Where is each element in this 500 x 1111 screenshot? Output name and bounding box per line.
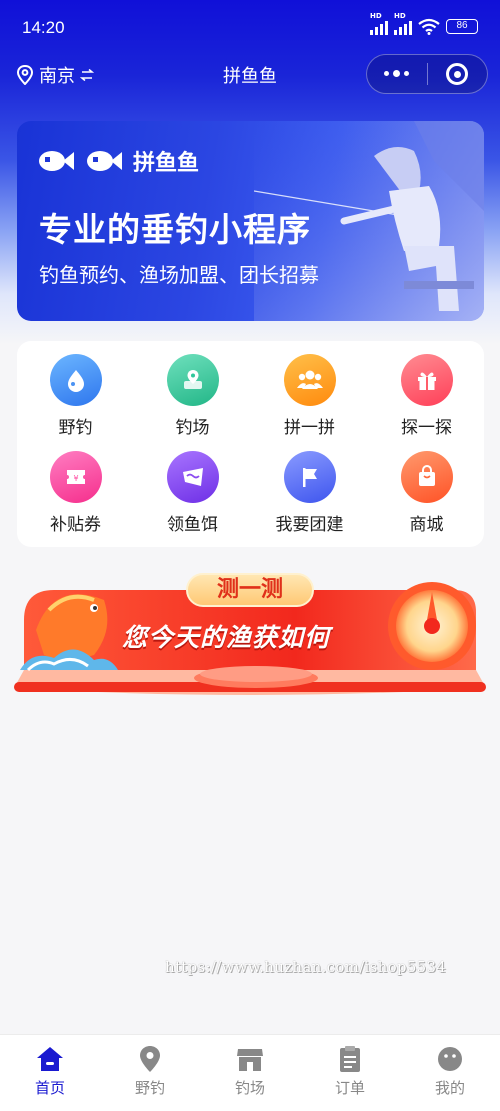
menu-label: 补贴券 [50, 515, 101, 535]
fish-logo-icon [39, 151, 74, 171]
promo-text: 您今天的渔获如何 [122, 623, 331, 652]
feature-menu: 野钓 钓场 拼一拼 探一探 ¥ 补贴券 领鱼饵 我要团建 商城 [17, 341, 484, 547]
status-time: 14:20 [22, 18, 65, 37]
gift-icon [400, 354, 453, 406]
menu-label: 拼一拼 [284, 418, 335, 438]
bottom-tab-bar: 首页 野钓 钓场 订单 我的 [0, 1034, 500, 1111]
signal-hd-label: HD [370, 11, 382, 20]
menu-label: 领鱼饵 [167, 515, 218, 535]
hero-brand-name: 拼鱼鱼 [133, 151, 200, 176]
signal-icon: HD [370, 12, 388, 35]
target-icon [446, 63, 469, 85]
shopping-bag-icon [400, 451, 453, 503]
mini-program-capsule [366, 54, 488, 94]
flag-icon [283, 451, 336, 503]
watermark-text: https://www.huzhan.com/ishop5534 [165, 958, 447, 976]
group-icon [283, 354, 336, 406]
tab-label: 钓场 [234, 1079, 265, 1097]
status-bar: 14:20 HD HD 86 [0, 0, 500, 56]
bait-icon [166, 451, 219, 503]
menu-item-mall[interactable]: 商城 [368, 438, 485, 535]
svg-text:¥: ¥ [73, 474, 78, 483]
location-icon [140, 1046, 160, 1072]
home-icon [37, 1047, 63, 1071]
hero-subline: 钓鱼预约、渔场加盟、团长招募 [39, 263, 319, 287]
menu-item-bait[interactable]: 领鱼饵 [134, 438, 251, 535]
status-icons: HD HD 86 [370, 12, 478, 35]
menu-label: 野钓 [58, 418, 93, 438]
menu-item-team-building[interactable]: 我要团建 [251, 438, 368, 535]
profile-icon [438, 1047, 462, 1071]
menu-item-wild-fishing[interactable]: 野钓 [17, 341, 134, 438]
menu-label: 商城 [409, 515, 444, 535]
water-drop-icon [49, 354, 102, 406]
battery-indicator: 86 [446, 19, 478, 34]
menu-label: 钓场 [175, 418, 210, 438]
menu-item-group-buy[interactable]: 拼一拼 [251, 341, 368, 438]
tab-orders[interactable]: 订单 [300, 1035, 400, 1111]
tab-label: 首页 [34, 1079, 65, 1097]
tab-label: 我的 [434, 1079, 465, 1097]
signal-hd-label: HD [394, 11, 406, 20]
fortune-test-banner[interactable]: 测一测 您今天的渔获如何 [14, 570, 486, 705]
more-button[interactable] [367, 55, 427, 93]
hero-brand: 拼鱼鱼 [37, 145, 199, 177]
menu-item-subsidy-coupon[interactable]: ¥ 补贴券 [17, 438, 134, 535]
tab-home[interactable]: 首页 [0, 1035, 100, 1111]
hero-banner[interactable]: 拼鱼鱼 专业的垂钓小程序 钓鱼预约、渔场加盟、团长招募 [17, 121, 484, 321]
menu-item-explore[interactable]: 探一探 [368, 341, 485, 438]
tab-label: 订单 [334, 1079, 365, 1097]
menu-label: 探一探 [401, 418, 452, 438]
more-dots-icon [384, 70, 410, 77]
hero-headline: 专业的垂钓小程序 [39, 210, 311, 249]
ticket-icon: ¥ [49, 451, 102, 503]
nav-bar: 南京 拼鱼鱼 [0, 52, 500, 96]
menu-label: 我要团建 [275, 515, 344, 535]
clipboard-icon [340, 1046, 360, 1072]
tab-fishing-ground[interactable]: 钓场 [200, 1035, 300, 1111]
map-pin-icon [166, 354, 219, 406]
store-icon [237, 1049, 263, 1071]
wifi-icon [418, 18, 440, 35]
test-pill: 测一测 [186, 573, 314, 607]
tab-wild-fishing[interactable]: 野钓 [100, 1035, 200, 1111]
fish-logo-icon [87, 151, 122, 171]
close-mini-program-button[interactable] [428, 55, 488, 93]
menu-item-fishing-ground[interactable]: 钓场 [134, 341, 251, 438]
tab-label: 野钓 [134, 1079, 165, 1097]
signal-icon: HD [394, 12, 412, 35]
tab-profile[interactable]: 我的 [400, 1035, 500, 1111]
